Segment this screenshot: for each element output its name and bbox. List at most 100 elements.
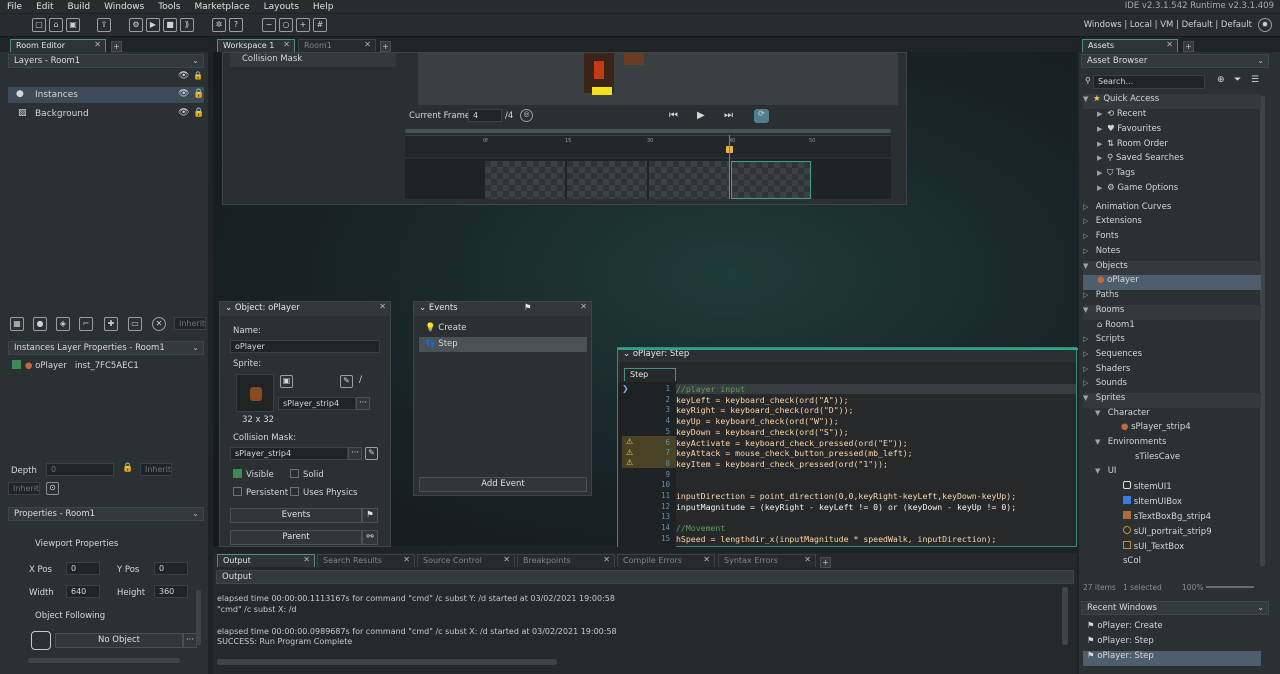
- stop-icon[interactable]: ■: [163, 18, 177, 32]
- code-line[interactable]: keyUp = keyboard_check(ord("W"));: [676, 416, 1016, 427]
- group-notes[interactable]: ▷ Notes: [1083, 246, 1261, 261]
- events-window-title[interactable]: ⌄ Events ⚑ ✕: [414, 302, 591, 316]
- mask-more-button[interactable]: ···: [348, 447, 362, 460]
- save-icon[interactable]: ▣: [66, 18, 80, 32]
- playback-speed-icon[interactable]: ◎: [520, 109, 533, 122]
- grid-icon[interactable]: #: [313, 18, 327, 32]
- menu-windows[interactable]: Windows: [97, 2, 151, 12]
- collision-mask-header[interactable]: Collision Mask: [230, 53, 396, 67]
- quick-access-game-options[interactable]: ▶ ⚙ Game Options: [1083, 183, 1261, 198]
- tab-breakpoints[interactable]: Breakpoints ✕: [517, 554, 615, 567]
- group-extensions[interactable]: ▷ Extensions: [1083, 216, 1261, 231]
- code-line[interactable]: keyLeft = keyboard_check(ord("A"));: [676, 395, 1016, 406]
- settings-icon[interactable]: ✲: [212, 18, 226, 32]
- parent-hierarchy-icon[interactable]: ⚯: [362, 530, 378, 545]
- lock-icon[interactable]: 🔒: [193, 89, 204, 99]
- quick-access-tags[interactable]: ▶ ⛉ Tags: [1083, 168, 1261, 183]
- quick-access-room-order[interactable]: ▶ ⇅ Room Order: [1083, 139, 1261, 154]
- edit-sprite-icon[interactable]: ✎: [340, 375, 353, 388]
- xpos-input[interactable]: 0: [66, 562, 100, 575]
- menu-build[interactable]: Build: [61, 2, 98, 12]
- tab-compile-errors[interactable]: Compile Errors ✕: [617, 554, 715, 567]
- code-line[interactable]: keyDown = keyboard_check(ord("S"));: [676, 427, 1016, 438]
- frame-thumb[interactable]: [731, 161, 811, 199]
- properties-header[interactable]: Properties - Room1 ⌄: [8, 507, 204, 521]
- lock-icon[interactable]: 🔒: [122, 463, 133, 473]
- timeline-scrubber[interactable]: [405, 129, 891, 133]
- depth-input[interactable]: 0: [46, 463, 114, 476]
- lock-icon[interactable]: 🔒: [193, 71, 203, 80]
- asset-stilescave[interactable]: sTilesCave: [1083, 452, 1261, 467]
- delete-layer-icon[interactable]: ✕: [152, 317, 166, 331]
- solid-checkbox[interactable]: Solid: [290, 469, 324, 480]
- add-tab-icon[interactable]: +: [820, 557, 831, 568]
- code-text[interactable]: //player input keyLeft = keyboard_check(o…: [676, 384, 1016, 545]
- eye-icon[interactable]: 👁: [178, 71, 189, 81]
- code-line[interactable]: keyAttack = mouse_check_button_pressed(m…: [676, 448, 1016, 459]
- tab-step[interactable]: Step: [624, 368, 676, 381]
- close-icon[interactable]: ✕: [603, 555, 610, 564]
- folder-environments[interactable]: ▼ Environments: [1083, 437, 1261, 452]
- tab-assets[interactable]: Assets ✕: [1082, 39, 1178, 52]
- flag-icon[interactable]: ⚑: [524, 303, 532, 313]
- add-event-button[interactable]: Add Event: [419, 477, 587, 492]
- asset-sui-textbox[interactable]: sUI_TextBox: [1083, 541, 1261, 556]
- reset-icon[interactable]: ⊙: [46, 482, 59, 495]
- group-shaders[interactable]: ▷ Shaders: [1083, 364, 1261, 379]
- object-following-more-button[interactable]: ···: [183, 633, 197, 648]
- group-rooms[interactable]: ▼ Rooms: [1083, 305, 1261, 320]
- recent-item[interactable]: ⚑ oPlayer: Step: [1083, 651, 1261, 666]
- code-window-title[interactable]: ⌄ oPlayer: Step: [618, 348, 1076, 362]
- add-tab-icon[interactable]: +: [380, 41, 391, 52]
- add-asset-icon[interactable]: ⊕: [1217, 75, 1225, 85]
- ypos-input[interactable]: 0: [154, 562, 188, 575]
- frame-thumb[interactable]: [567, 161, 647, 199]
- code-line[interactable]: keyRight = keyboard_check(ord("D"));: [676, 405, 1016, 416]
- asset-room1[interactable]: ⌂ Room1: [1083, 320, 1261, 335]
- instance-row[interactable]: ● oPlayer inst_7FC5AEC1: [12, 360, 139, 371]
- group-sounds[interactable]: ▷ Sounds: [1083, 378, 1261, 393]
- close-icon[interactable]: ✕: [403, 555, 410, 564]
- current-frame-input[interactable]: 4: [468, 109, 502, 122]
- frame-thumb[interactable]: [649, 161, 729, 199]
- instances-layer-properties-header[interactable]: Instances Layer Properties - Room1 ⌄: [8, 341, 204, 355]
- folder-character[interactable]: ▼ Character: [1083, 408, 1261, 423]
- eye-icon[interactable]: 👁: [178, 89, 189, 99]
- target-selector[interactable]: Windows | Local | VM | Default | Default: [1084, 20, 1252, 30]
- code-line[interactable]: inputDirection = point_direction(0,0,key…: [676, 491, 1016, 502]
- zoom-reset-icon[interactable]: ○: [279, 18, 293, 32]
- tab-search-results[interactable]: Search Results ✕: [317, 554, 415, 567]
- quick-access-favourites[interactable]: ▶ ♥ Favourites: [1083, 124, 1261, 139]
- close-icon[interactable]: ✕: [94, 40, 101, 49]
- parent-button[interactable]: Parent: [230, 530, 362, 545]
- horizontal-scrollbar[interactable]: [28, 658, 180, 663]
- edit-mask-icon[interactable]: ✎: [365, 447, 378, 460]
- recent-item[interactable]: ⚑ oPlayer: Create: [1083, 621, 1261, 636]
- close-icon[interactable]: ✕: [1166, 40, 1173, 49]
- zoom-in-icon[interactable]: +: [296, 18, 310, 32]
- tab-room-editor[interactable]: Room Editor ✕: [10, 39, 106, 52]
- clean-icon[interactable]: ⟫: [180, 18, 194, 32]
- first-frame-icon[interactable]: ⏮: [669, 110, 678, 121]
- debug-icon[interactable]: ⚙: [129, 18, 143, 32]
- uses-physics-checkbox[interactable]: Uses Physics: [290, 487, 357, 498]
- height-input[interactable]: 360: [154, 585, 188, 598]
- add-asset-layer-icon[interactable]: ✚: [104, 317, 118, 331]
- code-line[interactable]: keyItem = keyboard_check_pressed(ord("1"…: [676, 459, 1016, 470]
- open-project-icon[interactable]: ⌂: [49, 18, 63, 32]
- menu-file[interactable]: File: [0, 2, 29, 12]
- width-input[interactable]: 640: [66, 585, 100, 598]
- tab-room1[interactable]: Room1 ✕: [298, 39, 376, 52]
- code-line[interactable]: //Movement: [676, 523, 1016, 534]
- close-icon[interactable]: ✕: [364, 40, 371, 49]
- close-icon[interactable]: ✕: [503, 555, 510, 564]
- search-input[interactable]: Search...: [1093, 75, 1205, 89]
- inherit-button[interactable]: Inherit: [8, 482, 40, 495]
- zoom-out-icon[interactable]: −: [262, 18, 276, 32]
- add-tile-layer-icon[interactable]: ◈: [56, 317, 70, 331]
- close-icon[interactable]: ✕: [804, 555, 811, 564]
- play-icon[interactable]: ▶: [697, 110, 705, 121]
- close-icon[interactable]: ✕: [303, 555, 310, 564]
- recent-item[interactable]: ⚑ oPlayer: Step: [1083, 636, 1261, 651]
- output-vertical-scrollbar[interactable]: [1062, 587, 1068, 645]
